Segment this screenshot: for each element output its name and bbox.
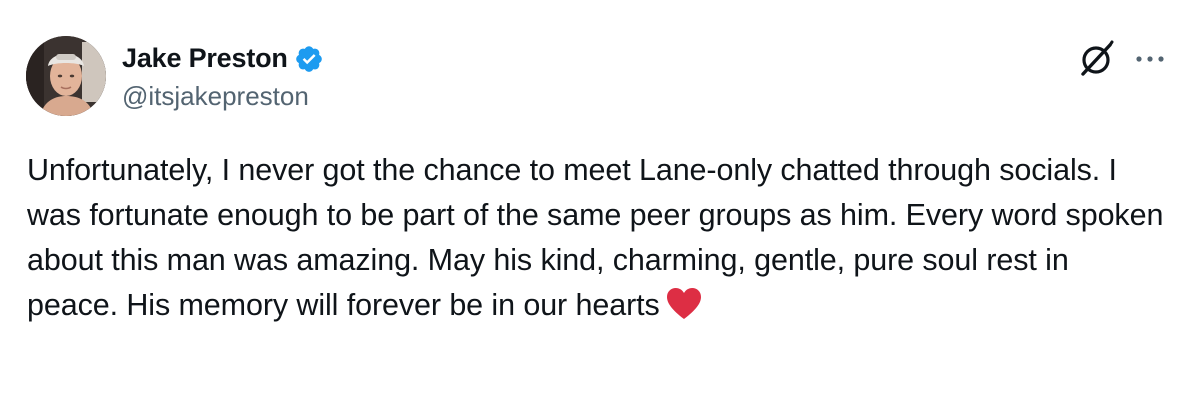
display-name[interactable]: Jake Preston [122, 43, 288, 74]
grok-icon[interactable] [1076, 38, 1118, 80]
verified-badge-icon[interactable] [294, 44, 324, 74]
name-row: Jake Preston [122, 41, 324, 77]
tweet-card: Jake Preston @itsjakepreston Unfortunate… [0, 0, 1196, 404]
tweet-text: Unfortunately, I never got the chance to… [27, 153, 1164, 322]
author-identity: Jake Preston @itsjakepreston [122, 41, 324, 112]
avatar[interactable] [26, 36, 106, 116]
avatar-image [26, 36, 106, 116]
red-heart-emoji-icon [666, 287, 702, 321]
author-handle[interactable]: @itsjakepreston [122, 81, 324, 112]
tweet-header: Jake Preston @itsjakepreston [26, 36, 324, 116]
more-options-icon[interactable] [1130, 39, 1170, 79]
tweet-actions [1076, 38, 1170, 80]
tweet-body: Unfortunately, I never got the chance to… [27, 148, 1167, 328]
